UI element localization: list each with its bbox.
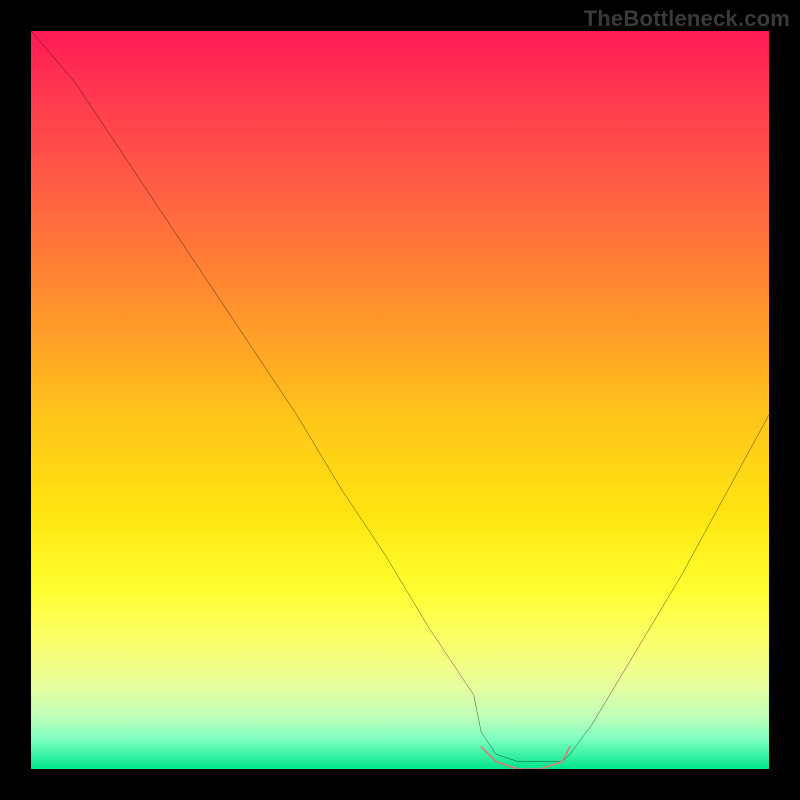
chart-frame: TheBottleneck.com — [0, 0, 800, 800]
bottleneck-curve — [31, 31, 769, 769]
optimal-marker — [481, 747, 570, 769]
curve-path — [31, 31, 769, 762]
plot-area — [31, 31, 769, 769]
watermark-text: TheBottleneck.com — [584, 6, 790, 32]
